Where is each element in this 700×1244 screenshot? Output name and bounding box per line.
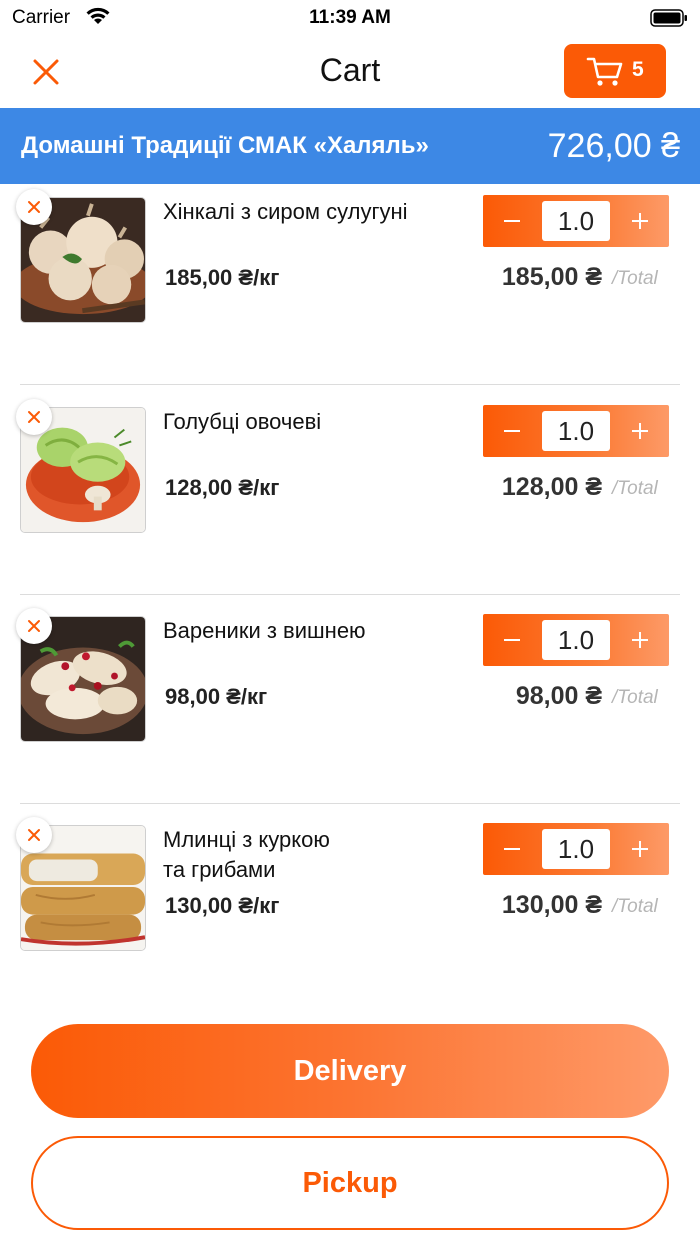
item-unit-price: 98,00 ₴/кг xyxy=(165,684,268,709)
close-icon xyxy=(28,620,40,632)
cart-item: Голубці овочеві 128,00 ₴/кг 1.0 128,00 ₴… xyxy=(0,385,700,595)
quantity-stepper: 1.0 xyxy=(483,823,669,875)
item-total: 128,00 ₴ xyxy=(501,473,602,501)
cart-item: Млинці з куркою та грибами 130,00 ₴/кг 1… xyxy=(0,803,700,1013)
total-label: /Total xyxy=(612,478,658,499)
decrease-quantity-button[interactable] xyxy=(483,614,541,666)
quantity-stepper: 1.0 xyxy=(483,405,669,457)
nav-bar: Cart 5 xyxy=(0,36,700,108)
cart-count-badge: 5 xyxy=(632,58,644,81)
quantity-field[interactable]: 1.0 xyxy=(542,620,610,660)
store-total: 726,00 ₴ xyxy=(547,127,680,165)
cart-icon xyxy=(586,57,623,86)
cart-item: Хінкалі з сиром сулугуні 185,00 ₴/кг 1.0… xyxy=(0,175,700,385)
minus-icon xyxy=(504,430,520,432)
remove-item-button[interactable] xyxy=(16,399,52,435)
item-unit-price: 130,00 ₴/кг xyxy=(165,893,280,918)
increase-quantity-button[interactable] xyxy=(611,823,669,875)
decrease-quantity-button[interactable] xyxy=(483,195,541,247)
quantity-stepper: 1.0 xyxy=(483,195,669,247)
cart-button[interactable]: 5 xyxy=(564,44,666,98)
total-label: /Total xyxy=(612,687,658,708)
store-header: Домашні Традиції СМАК «Халяль» 726,00 ₴ xyxy=(0,108,700,184)
minus-icon xyxy=(504,639,520,641)
item-total: 185,00 ₴ xyxy=(501,263,602,291)
decrease-quantity-button[interactable] xyxy=(483,823,541,875)
increase-quantity-button[interactable] xyxy=(611,614,669,666)
pickup-button[interactable]: Pickup xyxy=(31,1136,669,1230)
status-bar: Carrier 11:39 AM xyxy=(0,0,700,36)
close-icon xyxy=(28,201,40,213)
store-name: Домашні Традиції СМАК «Халяль» xyxy=(21,132,429,159)
item-total: 130,00 ₴ xyxy=(501,891,602,919)
battery-icon xyxy=(650,9,687,27)
item-total: 98,00 ₴ xyxy=(515,682,602,710)
quantity-field[interactable]: 1.0 xyxy=(542,411,610,451)
plus-icon xyxy=(632,213,648,229)
total-label: /Total xyxy=(612,896,658,917)
increase-quantity-button[interactable] xyxy=(611,405,669,457)
close-icon xyxy=(28,829,40,841)
item-name: Хінкалі з сиром сулугуні xyxy=(163,199,408,224)
item-unit-price: 185,00 ₴/кг xyxy=(165,265,280,290)
remove-item-button[interactable] xyxy=(16,189,52,225)
cart-item: Вареники з вишнею 98,00 ₴/кг 1.0 98,00 ₴… xyxy=(0,594,700,804)
minus-icon xyxy=(504,220,520,222)
plus-icon xyxy=(632,423,648,439)
clock: 11:39 AM xyxy=(309,7,391,28)
close-icon xyxy=(28,411,40,423)
decrease-quantity-button[interactable] xyxy=(483,405,541,457)
quantity-field[interactable]: 1.0 xyxy=(542,829,610,869)
item-name: Млинці з куркою та грибами xyxy=(163,827,330,882)
increase-quantity-button[interactable] xyxy=(611,195,669,247)
remove-item-button[interactable] xyxy=(16,608,52,644)
plus-icon xyxy=(632,841,648,857)
item-name: Вареники з вишнею xyxy=(163,618,366,643)
total-label: /Total xyxy=(612,268,658,289)
remove-item-button[interactable] xyxy=(16,817,52,853)
item-name: Голубці овочеві xyxy=(163,409,322,434)
quantity-stepper: 1.0 xyxy=(483,614,669,666)
minus-icon xyxy=(504,848,520,850)
quantity-field[interactable]: 1.0 xyxy=(542,201,610,241)
plus-icon xyxy=(632,632,648,648)
delivery-button[interactable]: Delivery xyxy=(31,1024,669,1118)
item-unit-price: 128,00 ₴/кг xyxy=(165,475,280,500)
